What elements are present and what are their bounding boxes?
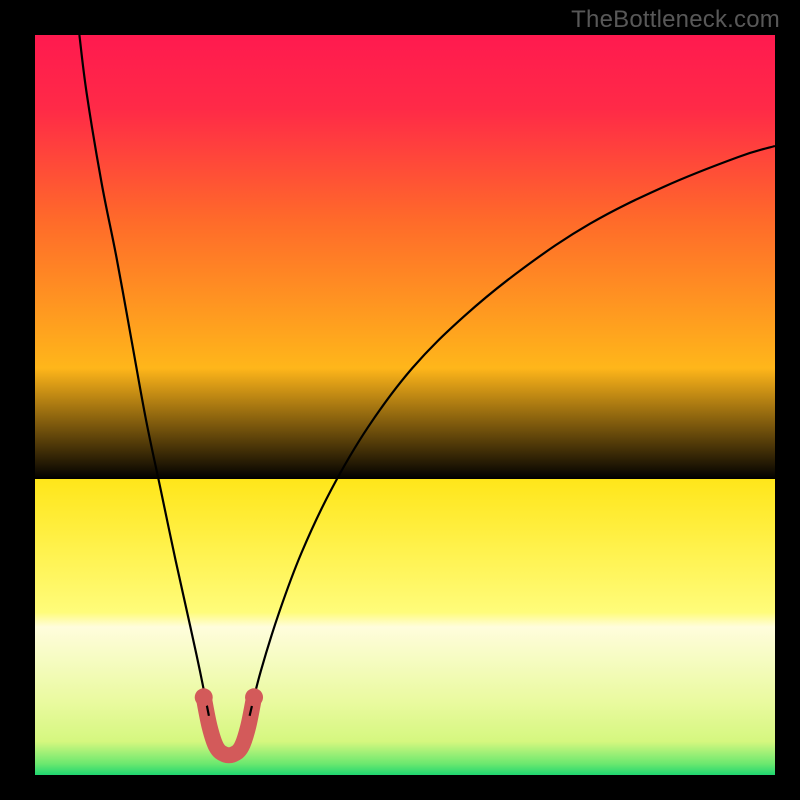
u-left-dot	[195, 688, 213, 706]
gradient-background	[35, 35, 775, 775]
u-right-dot	[245, 688, 263, 706]
chart-frame: TheBottleneck.com	[0, 0, 800, 800]
watermark-text: TheBottleneck.com	[571, 6, 780, 34]
chart-svg	[35, 35, 775, 775]
plot-area	[35, 35, 775, 775]
